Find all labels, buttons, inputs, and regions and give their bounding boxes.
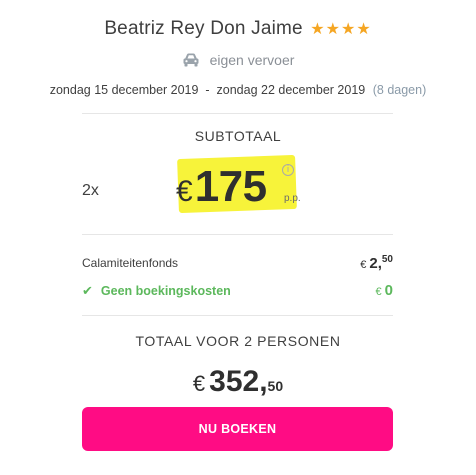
transport-label: eigen vervoer: [209, 52, 295, 68]
total-cents: 50: [267, 378, 284, 394]
hotel-name: Beatriz Rey Don Jaime: [104, 18, 303, 39]
star-rating-icon: ★★★★: [310, 21, 372, 38]
date-range: zondag 15 december 2019 - zondag 22 dece…: [49, 83, 366, 97]
booking-fee-label-group: ✔ Geen boekingskosten: [82, 284, 231, 299]
info-icon[interactable]: i: [282, 164, 294, 176]
travel-dates: zondag 15 december 2019 - zondag 22 dece…: [0, 83, 476, 97]
calamity-fund-value: €2,50: [360, 254, 393, 272]
total-price: € 352, 50: [0, 365, 476, 399]
currency-symbol: €: [375, 286, 382, 298]
subtotal-heading: SUBTOTAAL: [194, 128, 282, 144]
calamity-fund-whole: 2,: [369, 255, 382, 272]
currency-symbol: €: [360, 259, 367, 271]
calamity-fund-cents: 50: [381, 254, 393, 265]
divider: [82, 315, 393, 316]
traveller-quantity: 2x: [82, 182, 99, 199]
booking-fee-value: €0: [376, 282, 393, 300]
price-amount: 175: [194, 162, 267, 211]
booking-fee-amount: 0: [384, 282, 393, 299]
per-person-label: p.p.: [284, 193, 301, 204]
total-heading: TOTAAL VOOR 2 PERSONEN: [135, 333, 341, 349]
car-icon: [183, 53, 199, 67]
price-summary-card: Beatriz Rey Don Jaime ★★★★ eigen vervoer…: [0, 0, 476, 475]
booking-fee-row: ✔ Geen boekingskosten €0: [82, 282, 393, 300]
divider: [82, 113, 393, 114]
check-icon: ✔: [82, 283, 93, 299]
total-whole: 352,: [209, 365, 268, 398]
calamity-fund-row: Calamiteitenfonds €2,50: [82, 254, 393, 272]
booking-fee-label: Geen boekingskosten: [100, 284, 231, 298]
book-now-button[interactable]: NU BOEKEN: [82, 407, 393, 451]
trip-duration: (8 dagen): [372, 83, 427, 97]
price-per-person: € 175: [176, 162, 267, 212]
transport-info: eigen vervoer: [0, 52, 476, 68]
hotel-title: Beatriz Rey Don Jaime ★★★★: [0, 18, 476, 40]
currency-symbol: €: [192, 371, 206, 396]
currency-symbol: €: [176, 175, 193, 208]
divider: [82, 234, 393, 235]
calamity-fund-label: Calamiteitenfonds: [82, 256, 179, 270]
